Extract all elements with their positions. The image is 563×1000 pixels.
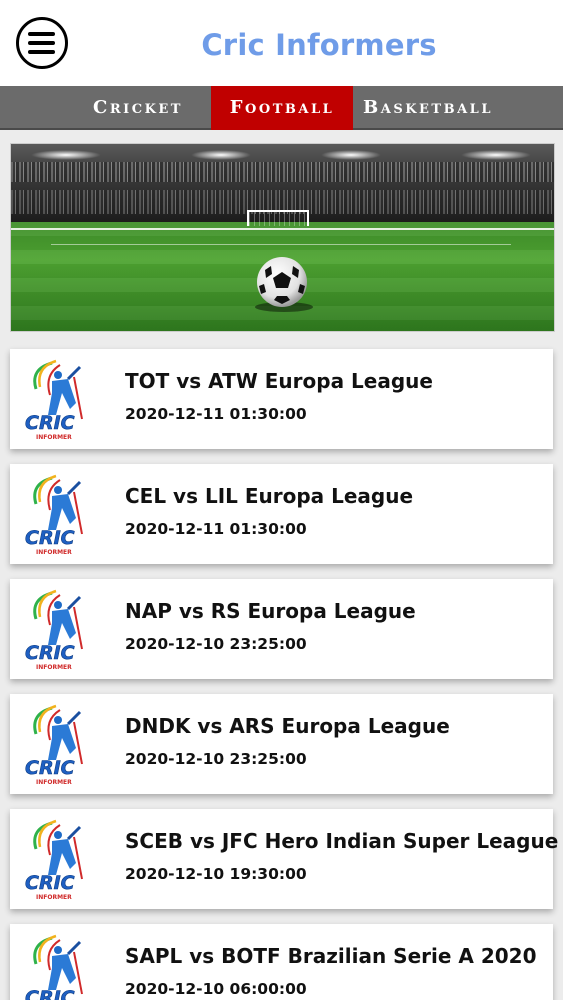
- svg-text:CRIC: CRIC: [25, 872, 75, 894]
- cric-informer-logo: CRIC INFORMER: [25, 819, 83, 901]
- match-list: CRIC INFORMER TOT vs ATW Europa League 2…: [10, 349, 558, 1000]
- svg-text:INFORMER: INFORMER: [36, 434, 72, 441]
- match-title: CEL vs LIL Europa League: [125, 484, 414, 508]
- match-time: 2020-12-10 06:00:00: [125, 980, 307, 998]
- svg-text:INFORMER: INFORMER: [36, 549, 72, 556]
- tab-cricket[interactable]: Cricket: [82, 86, 194, 130]
- match-title: TOT vs ATW Europa League: [125, 369, 433, 393]
- goal-icon: [247, 210, 309, 226]
- svg-text:CRIC: CRIC: [25, 642, 75, 664]
- tab-football[interactable]: Football: [211, 86, 353, 130]
- cric-informer-logo: CRIC INFORMER: [25, 934, 83, 1000]
- match-title: NAP vs RS Europa League: [125, 599, 416, 623]
- app-header: Cric Informers: [0, 0, 563, 86]
- match-card[interactable]: CRIC INFORMER TOT vs ATW Europa League 2…: [10, 349, 553, 449]
- svg-text:CRIC: CRIC: [25, 527, 75, 549]
- app-title: Cric Informers: [201, 28, 437, 62]
- match-time: 2020-12-11 01:30:00: [125, 520, 307, 538]
- match-card[interactable]: CRIC INFORMER CEL vs LIL Europa League 2…: [10, 464, 553, 564]
- app-root: Cric Informers Cricket Football Basketba…: [0, 0, 563, 1000]
- match-time: 2020-12-11 01:30:00: [125, 405, 307, 423]
- svg-text:CRIC: CRIC: [25, 987, 75, 1000]
- cric-informer-logo: CRIC INFORMER: [25, 589, 83, 671]
- match-title: SCEB vs JFC Hero Indian Super League: [125, 829, 559, 853]
- tab-basketball[interactable]: Basketball: [353, 86, 503, 130]
- cric-informer-logo: CRIC INFORMER: [25, 704, 83, 786]
- svg-text:CRIC: CRIC: [25, 757, 75, 779]
- football-stadium-banner: [10, 143, 555, 332]
- cric-informer-logo: CRIC INFORMER: [25, 474, 83, 556]
- cric-informer-logo: CRIC INFORMER: [25, 359, 83, 441]
- match-time: 2020-12-10 23:25:00: [125, 635, 307, 653]
- sport-tabs: Cricket Football Basketball: [0, 86, 563, 130]
- match-card[interactable]: CRIC INFORMER SAPL vs BOTF Brazilian Ser…: [10, 924, 553, 1000]
- svg-text:INFORMER: INFORMER: [36, 894, 72, 901]
- match-time: 2020-12-10 23:25:00: [125, 750, 307, 768]
- match-card[interactable]: CRIC INFORMER SCEB vs JFC Hero Indian Su…: [10, 809, 558, 909]
- svg-text:INFORMER: INFORMER: [36, 779, 72, 786]
- svg-text:CRIC: CRIC: [25, 412, 75, 434]
- match-title: DNDK vs ARS Europa League: [125, 714, 450, 738]
- match-time: 2020-12-10 19:30:00: [125, 865, 307, 883]
- match-card[interactable]: CRIC INFORMER NAP vs RS Europa League 20…: [10, 579, 553, 679]
- soccer-ball-icon: [257, 257, 307, 307]
- match-card[interactable]: CRIC INFORMER DNDK vs ARS Europa League …: [10, 694, 553, 794]
- match-title: SAPL vs BOTF Brazilian Serie A 2020: [125, 944, 537, 968]
- svg-text:INFORMER: INFORMER: [36, 664, 72, 671]
